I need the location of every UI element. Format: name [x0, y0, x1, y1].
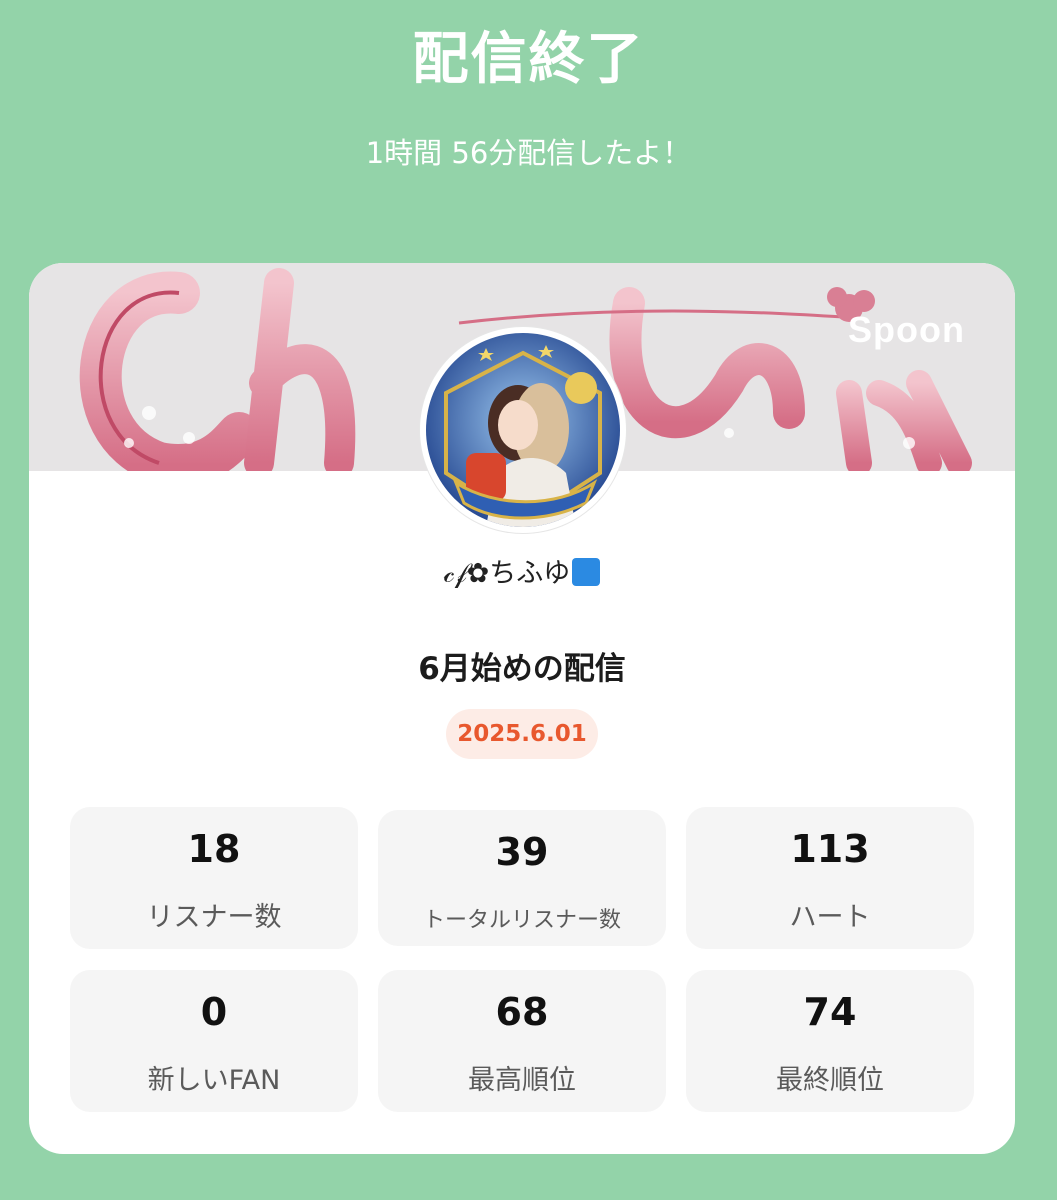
date-badge: 2025.6.01 [446, 709, 598, 759]
blue-square-icon [572, 558, 601, 586]
stream-summary-card: Spoon 𝒸𝒻✿ちふゆ 6月始めの配信 2025.6.01 18 リスナー数 … [29, 263, 1015, 1154]
stat-value: 74 [803, 990, 857, 1034]
stat-hearts: 113 ハート [686, 807, 974, 949]
stat-value: 0 [200, 990, 228, 1034]
stat-listeners: 18 リスナー数 [70, 807, 358, 949]
stat-value: 18 [187, 827, 241, 871]
stat-highest-rank: 68 最高順位 [378, 970, 666, 1112]
stat-label: ハート [789, 902, 871, 933]
page-title: 配信終了 [412, 27, 645, 92]
stat-value: 39 [495, 830, 549, 874]
username: 𝒸𝒻✿ちふゆ [29, 551, 1015, 590]
stat-value: 68 [495, 990, 549, 1034]
stat-total-listeners: 39 トータルリスナー数 [378, 810, 666, 946]
stat-new-fans: 0 新しいFAN [70, 970, 358, 1112]
stat-label: 最終順位 [776, 1065, 884, 1096]
stat-final-rank: 74 最終順位 [686, 970, 974, 1112]
stream-duration-text: 1時間 56分配信したよ！ [365, 136, 692, 170]
stat-value: 113 [790, 827, 870, 871]
stat-label: 新しいFAN [147, 1065, 281, 1096]
avatar[interactable] [420, 327, 626, 533]
stream-title: 6月始めの配信 [418, 651, 626, 687]
spoon-logo: Spoon [848, 309, 965, 350]
stat-label: リスナー数 [146, 902, 282, 933]
stat-label: 最高順位 [468, 1065, 576, 1096]
stat-label: トータルリスナー数 [422, 908, 621, 933]
